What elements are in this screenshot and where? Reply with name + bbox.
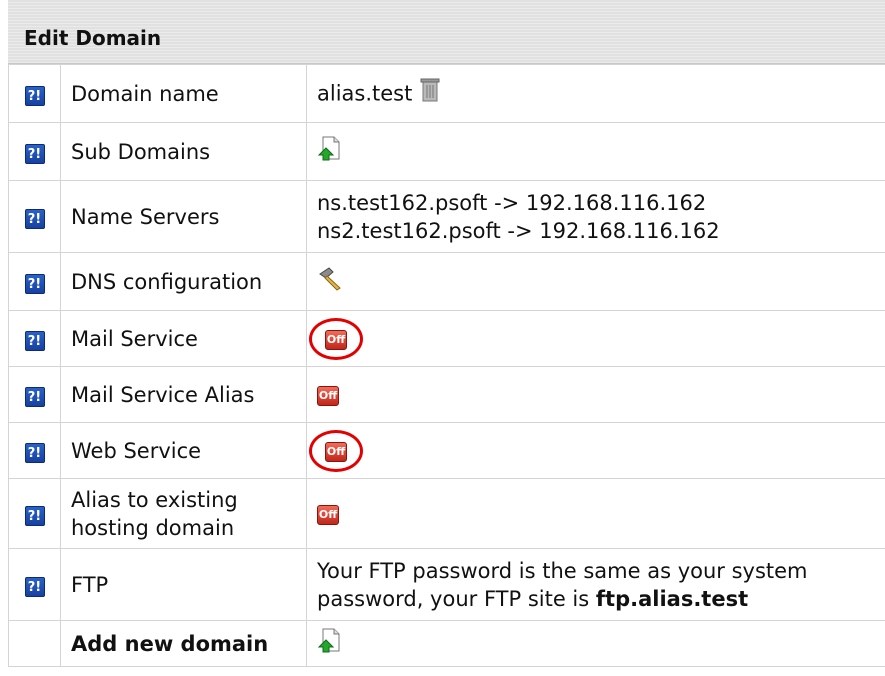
label-sub-domains: Sub Domains	[60, 122, 307, 181]
web-service-off-toggle[interactable]: Off	[325, 441, 347, 462]
annotation-circle: Off	[309, 429, 363, 472]
help-icon[interactable]: ?!	[24, 331, 45, 351]
label-web-service: Web Service	[60, 422, 307, 479]
alias-domain-off-toggle[interactable]: Off	[317, 504, 339, 525]
row-mail-service-alias: ?! Mail Service Alias Off	[8, 366, 885, 423]
help-icon[interactable]: ?!	[24, 387, 45, 407]
edit-domain-panel: Edit Domain ?! Domain name alias.test ?!…	[8, 0, 885, 667]
label-domain-name: Domain name	[60, 64, 307, 123]
row-mail-service: ?! Mail Service Off	[8, 310, 885, 367]
mail-alias-off-toggle[interactable]: Off	[317, 385, 339, 406]
hammer-tool-icon[interactable]	[317, 265, 343, 298]
mail-service-off-toggle[interactable]: Off	[325, 329, 347, 350]
help-icon[interactable]: ?!	[24, 209, 45, 229]
name-server-line: ns.test162.psoft -> 192.168.116.162	[317, 190, 707, 215]
add-document-icon[interactable]	[317, 135, 341, 168]
row-web-service: ?! Web Service Off	[8, 422, 885, 479]
row-add-new-domain: Add new domain	[8, 620, 885, 667]
help-icon[interactable]: ?!	[24, 443, 45, 463]
label-dns-configuration: DNS configuration	[60, 252, 307, 311]
row-name-servers: ?! Name Servers ns.test162.psoft -> 192.…	[8, 180, 885, 253]
help-icon[interactable]: ?!	[24, 577, 45, 597]
label-mail-service-alias: Mail Service Alias	[60, 366, 307, 423]
label-ftp: FTP	[60, 548, 307, 621]
row-alias-existing-domain: ?! Alias to existing hosting domain Off	[8, 478, 885, 549]
label-add-new-domain: Add new domain	[60, 620, 307, 667]
panel-title: Edit Domain	[24, 25, 162, 50]
domain-settings-table: ?! Domain name alias.test ?! Sub Domains…	[8, 64, 885, 667]
row-ftp: ?! FTP Your FTP password is the same as …	[8, 548, 885, 621]
help-icon[interactable]: ?!	[24, 86, 45, 106]
label-line: hosting domain	[71, 515, 235, 540]
ftp-site-value: ftp.alias.test	[595, 586, 749, 611]
label-line: Alias to existing	[71, 487, 238, 512]
trash-icon[interactable]	[419, 77, 441, 110]
help-icon[interactable]: ?!	[24, 274, 45, 294]
ftp-info-prefix: password, your FTP site is	[317, 586, 596, 611]
panel-header: Edit Domain	[8, 0, 885, 64]
row-dns-configuration: ?! DNS configuration	[8, 252, 885, 311]
help-icon[interactable]: ?!	[24, 506, 45, 526]
annotation-circle: Off	[309, 317, 363, 360]
ftp-info-line: password, your FTP site is ftp.alias.tes…	[317, 585, 885, 613]
label-alias-existing-domain: Alias to existing hosting domain	[60, 478, 307, 549]
ftp-info-line: Your FTP password is the same as your sy…	[317, 558, 808, 583]
name-server-line: ns2.test162.psoft -> 192.168.116.162	[317, 218, 720, 243]
add-document-icon[interactable]	[317, 627, 341, 660]
help-icon[interactable]: ?!	[24, 144, 45, 164]
domain-name-value: alias.test	[317, 81, 413, 106]
label-name-servers: Name Servers	[60, 180, 307, 253]
row-domain-name: ?! Domain name alias.test	[8, 64, 885, 123]
label-mail-service: Mail Service	[60, 310, 307, 367]
row-sub-domains: ?! Sub Domains	[8, 122, 885, 181]
